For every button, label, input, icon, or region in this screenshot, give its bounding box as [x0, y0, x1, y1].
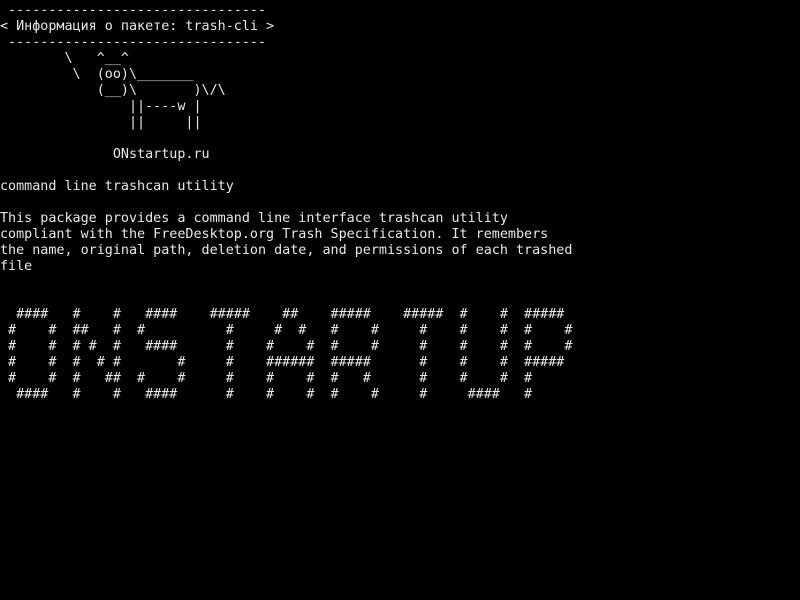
description-line: compliant with the FreeDesktop.org Trash… [0, 227, 549, 242]
description-line: the name, original path, deletion date, … [0, 243, 573, 258]
banner-line: # # # # # # # ###### ##### # # # ##### [0, 355, 565, 370]
banner-line: # # # ## # # # # # # # # # # # [0, 371, 533, 386]
cow-art-line: \ (oo)\_______ [0, 67, 194, 82]
summary-text: command line trashcan utility [0, 179, 234, 194]
cow-art-line: (__)\ )\/\ [0, 83, 226, 98]
terminal-screen[interactable]: -------------------------------- < Информ… [0, 0, 800, 600]
description-line: This package provides a command line int… [0, 211, 508, 226]
cow-art-line: \ ^__^ [0, 51, 129, 66]
cow-ascii-art: \ ^__^ \ (oo)\_______ (__)\ )\/\ ||----w… [0, 51, 226, 131]
banner-line: # # ## # # # # # # # # # # # # [0, 323, 573, 338]
bubble-bottom-border: -------------------------------- [0, 35, 267, 50]
banner-line: # # # # # #### # # # # # # # # # # [0, 339, 573, 354]
bubble-top-border: -------------------------------- [0, 3, 267, 18]
description-line: file [0, 259, 33, 274]
site-text: ONstartup.ru [0, 147, 210, 162]
bubble-title: < Информация о пакете: trash-cli > [0, 19, 275, 34]
banner-line: #### # # #### ##### ## ##### ##### # # #… [0, 307, 565, 322]
ascii-banner: #### # # #### ##### ## ##### ##### # # #… [0, 307, 572, 403]
cow-art-line: ||----w | [0, 99, 202, 114]
package-summary: command line trashcan utility [0, 179, 234, 195]
site-label: ONstartup.ru [0, 147, 210, 163]
package-description: This package provides a command line int… [0, 211, 572, 275]
banner-line: #### # # #### # # # # # # #### # [0, 387, 533, 402]
cowsay-speech-bubble: -------------------------------- < Информ… [0, 3, 274, 51]
cow-art-line: || || [0, 115, 202, 130]
